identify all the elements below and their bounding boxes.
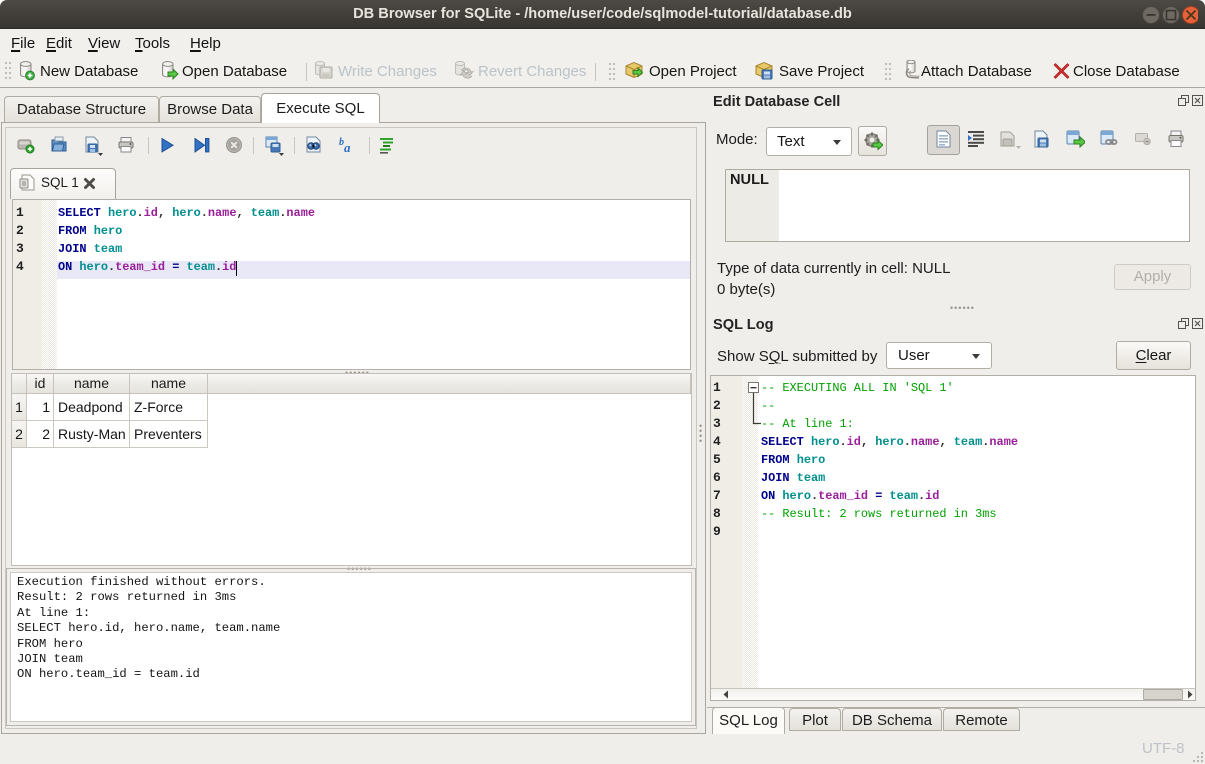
svg-text:a: a bbox=[344, 140, 351, 155]
